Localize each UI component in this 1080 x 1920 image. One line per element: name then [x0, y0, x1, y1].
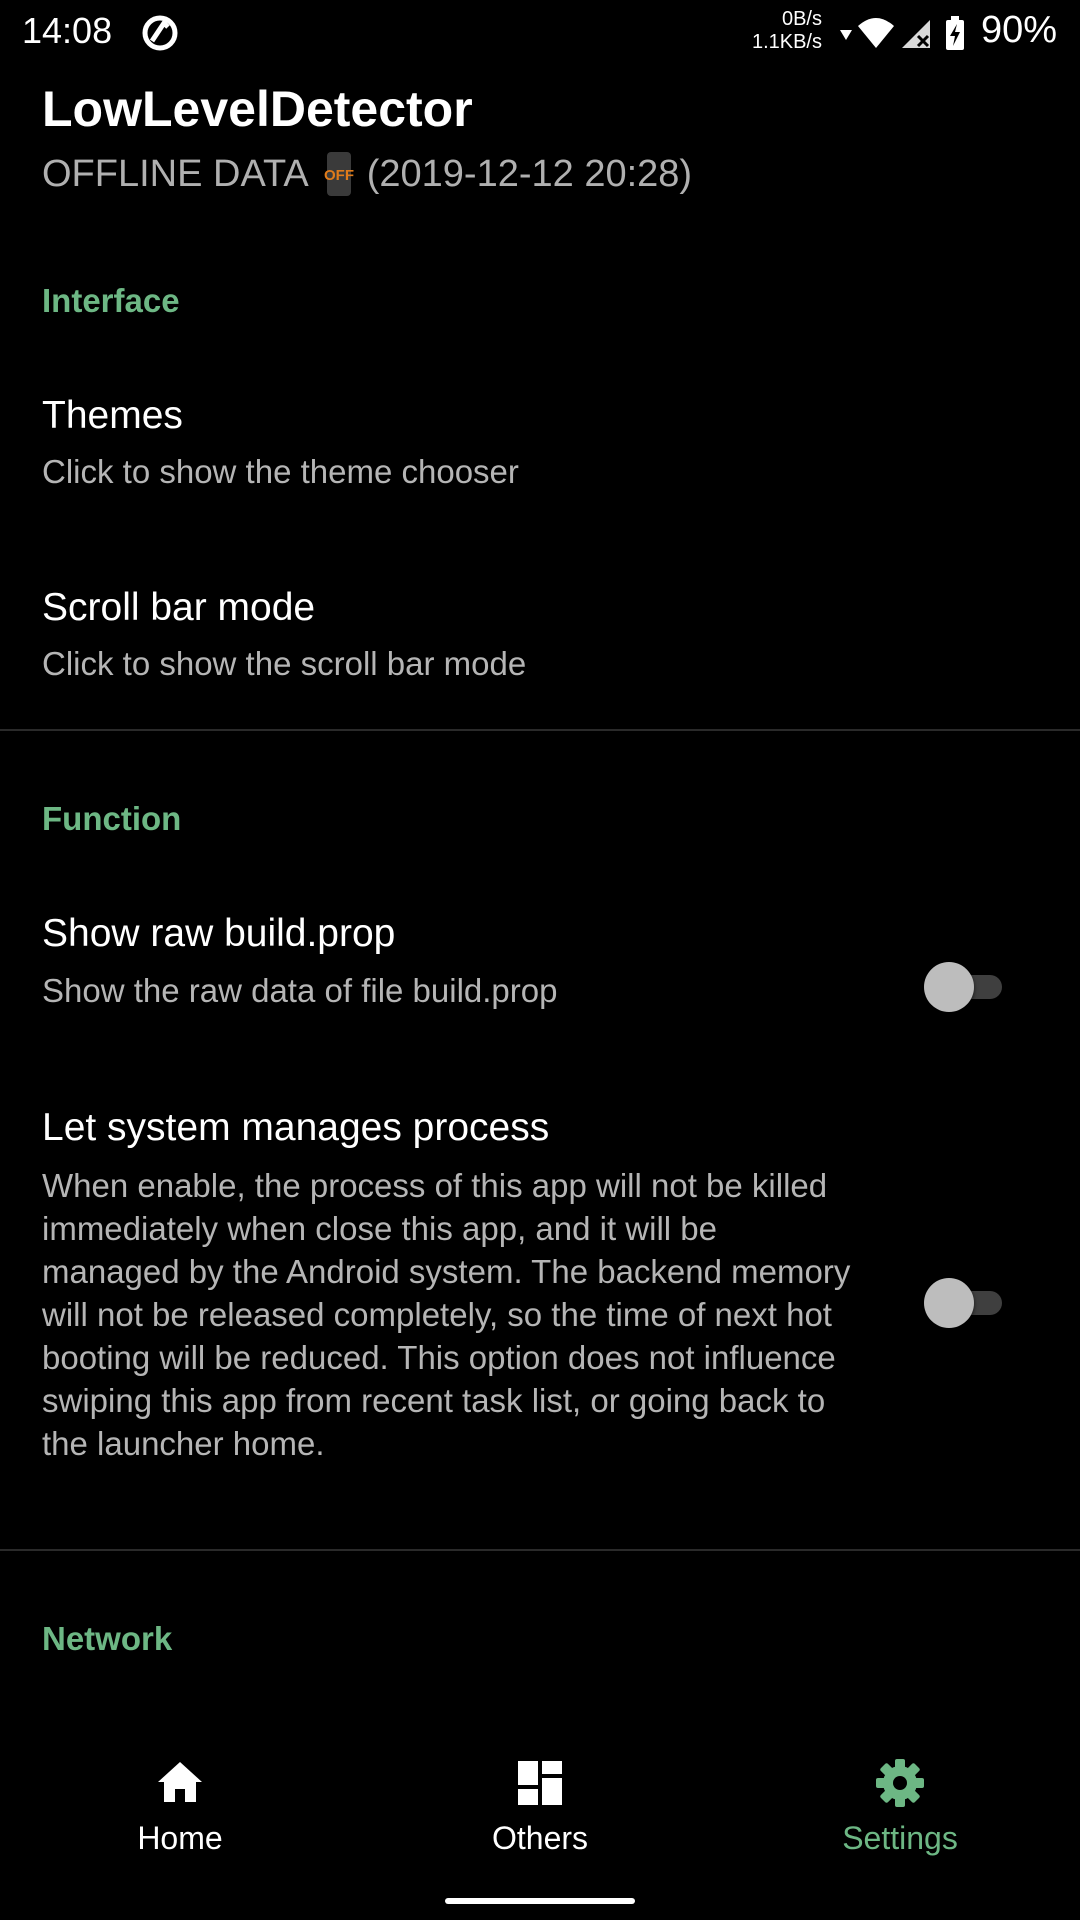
show-raw-build-prop-switch[interactable] [922, 959, 1008, 1013]
signal-icon [902, 20, 930, 48]
badge-text: OFF [324, 167, 354, 184]
download-speed: 1.1KB/s [751, 31, 822, 53]
wifi-icon [858, 18, 894, 48]
section-header-function: Function [42, 800, 182, 837]
home-icon [158, 1762, 202, 1802]
pref-summary: Click to show the scroll bar mode [42, 645, 527, 682]
pref-summary: When enable, the process of this app wil… [42, 1167, 851, 1462]
pref-summary: Show the raw data of file build.prop [42, 972, 558, 1009]
subtitle-timestamp: (2019-12-12 20:28) [366, 152, 693, 195]
section-divider [0, 1549, 1080, 1551]
pref-title: Show raw build.prop [42, 912, 396, 955]
pref-title: Themes [42, 394, 183, 437]
nav-label-settings: Settings [842, 1820, 958, 1856]
data-arrow-icon [840, 30, 852, 40]
status-time: 14:08 [22, 10, 113, 51]
nav-item-home[interactable]: Home [0, 1720, 360, 1870]
section-header-interface: Interface [42, 282, 180, 319]
network-speed: 0B/s 1.1KB/s [740, 8, 822, 54]
pref-themes[interactable]: Themes Click to show the theme chooser [0, 362, 1080, 532]
battery-percent: 90% [981, 9, 1058, 51]
switch-thumb [924, 962, 974, 1012]
pref-let-system-manage-process[interactable]: Let system manages process When enable, … [0, 1074, 1080, 1544]
offline-data-subtitle: OFFLINE DATA OFF (2019-12-12 20:28) [42, 150, 692, 198]
pref-title: Scroll bar mode [42, 586, 316, 629]
pref-title: Let system manages process [42, 1106, 550, 1149]
app-notification-icon [142, 15, 178, 51]
nav-item-others[interactable]: Others [360, 1720, 720, 1870]
section-header-network: Network [42, 1620, 173, 1657]
status-bar: 14:08 0B/s 1.1KB/s 90% [0, 0, 1080, 62]
nav-label-home: Home [137, 1820, 223, 1856]
subtitle-prefix: OFFLINE DATA [42, 152, 309, 195]
offline-badge: OFF [321, 150, 357, 198]
switch-thumb [924, 1278, 974, 1328]
section-divider [0, 729, 1080, 731]
dashboard-icon [518, 1761, 562, 1805]
nav-item-settings[interactable]: Settings [720, 1720, 1080, 1870]
bottom-navigation: Home Others Settings [0, 1720, 1080, 1920]
pref-summary: Click to show the theme chooser [42, 453, 519, 490]
pref-scroll-bar-mode[interactable]: Scroll bar mode Click to show the scroll… [0, 554, 1080, 724]
status-icons [840, 16, 964, 50]
gesture-handle[interactable] [445, 1898, 635, 1904]
let-system-manage-switch[interactable] [922, 1275, 1008, 1329]
nav-label-others: Others [491, 1820, 589, 1856]
pref-show-raw-build-prop[interactable]: Show raw build.prop Show the raw data of… [0, 882, 1080, 1052]
battery-icon [946, 16, 964, 50]
upload-speed: 0B/s [781, 8, 822, 30]
page-title: LowLevelDetector [42, 81, 473, 137]
gear-icon [876, 1759, 924, 1807]
